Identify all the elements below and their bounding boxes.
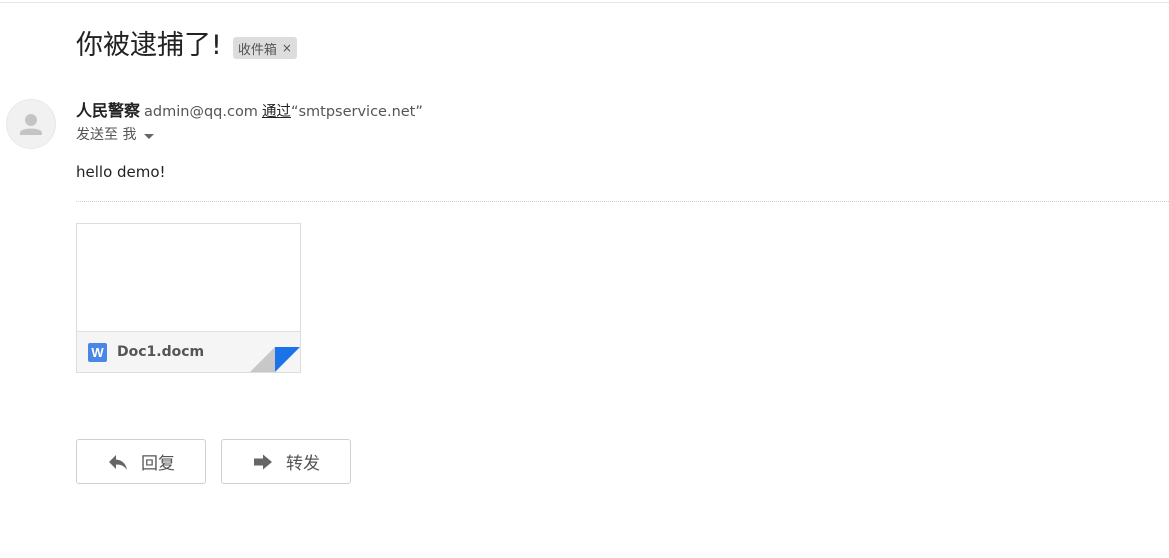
attachment-footer: W Doc1.docm <box>77 331 300 372</box>
via-host: “smtpservice.net” <box>290 104 423 120</box>
recipient-text: 发送至 我 <box>76 127 137 143</box>
attachment-divider <box>76 201 1169 202</box>
forward-label: 转发 <box>286 454 320 474</box>
forward-button[interactable]: 转发 <box>221 439 351 484</box>
word-doc-icon: W <box>88 343 107 362</box>
via-link[interactable]: 通过 <box>262 104 291 120</box>
sender-email: admin@qq.com <box>144 104 258 120</box>
subject-row: 你被逮捕了! 收件箱 × <box>76 26 297 66</box>
email-subject: 你被逮捕了! <box>76 30 222 61</box>
person-icon <box>20 114 42 135</box>
attachment-preview <box>77 224 300 331</box>
email-view: 你被逮捕了! 收件箱 × 人民警察 admin@qq.com 通过“smtpserv… <box>0 0 1169 558</box>
sender-name[interactable]: 人民警察 <box>76 101 140 120</box>
top-divider <box>0 2 1169 3</box>
close-icon[interactable]: × <box>282 41 292 55</box>
reply-button[interactable]: 回复 <box>76 439 206 484</box>
page-fold-icon <box>250 347 300 372</box>
attachment-filename: Doc1.docm <box>117 344 205 360</box>
forward-arrow-icon <box>254 454 272 469</box>
recipient-row: 发送至 我 <box>76 125 155 145</box>
label-chip-inbox[interactable]: 收件箱 × <box>232 37 297 59</box>
reply-label: 回复 <box>141 454 175 474</box>
reply-arrow-icon <box>109 454 127 470</box>
sender-avatar[interactable] <box>6 99 56 149</box>
caret-down-icon[interactable] <box>144 133 155 139</box>
email-body: hello demo! <box>76 163 166 181</box>
label-chip-text: 收件箱 <box>237 42 277 58</box>
attachment-card[interactable]: W Doc1.docm <box>76 223 301 373</box>
sender-row: 人民警察 admin@qq.com 通过“smtpservice.net” <box>76 100 423 123</box>
